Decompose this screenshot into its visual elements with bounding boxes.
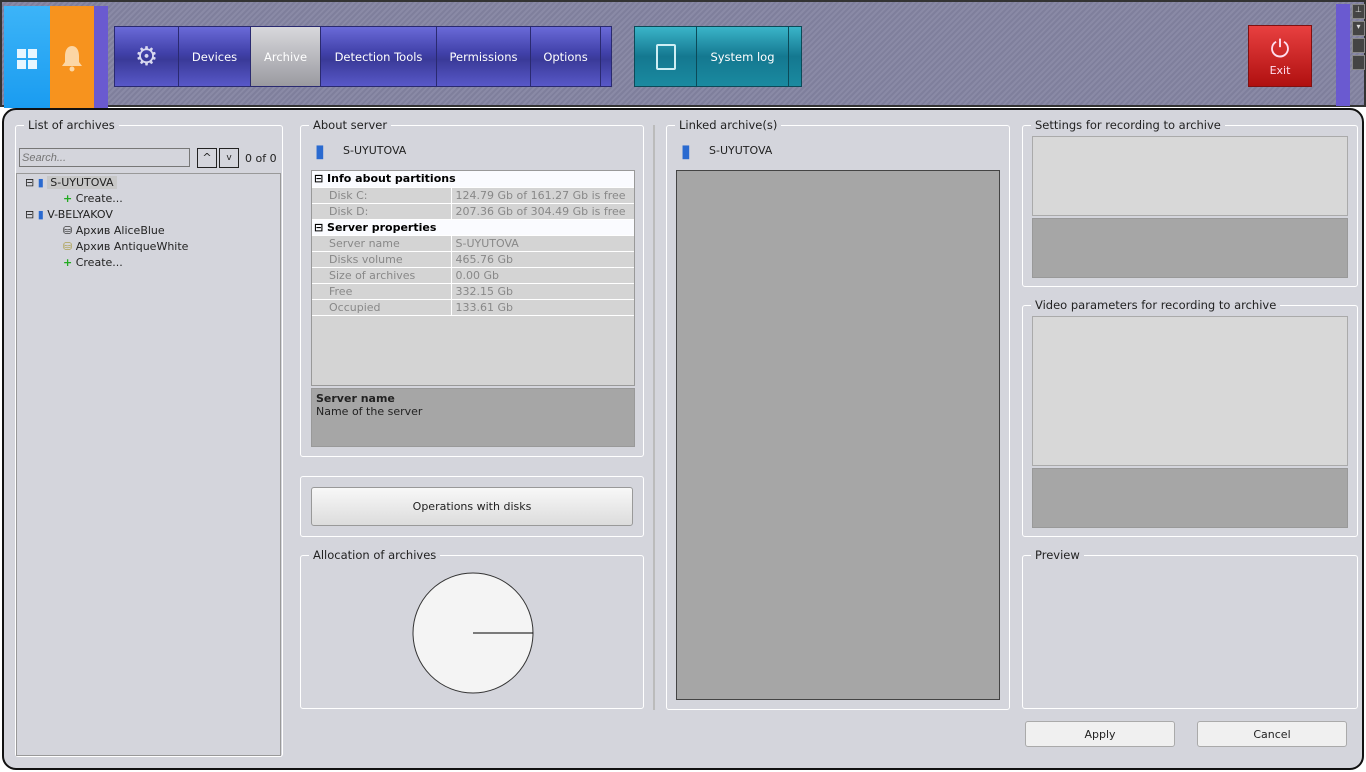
description-text: Name of the server [316, 405, 423, 418]
main-nav: ⚙ Devices Archive Detection Tools Permis… [114, 26, 612, 87]
window-controls: ⊥ ▾ [1352, 4, 1365, 76]
property-row[interactable]: Disk C: 124.79 Gb of 161.27 Gb is free [312, 187, 634, 204]
linked-archives-list[interactable] [676, 170, 1000, 700]
system-log-icon-button[interactable] [635, 27, 697, 86]
pin-icon[interactable]: ⊥ [1352, 4, 1365, 19]
server-icon: ▮ [681, 141, 691, 162]
server-name: S-UYUTOVA [343, 144, 407, 157]
section-header: Server properties [327, 220, 437, 234]
property-row[interactable]: Disks volume 465.76 Gb [312, 251, 634, 268]
list-of-archives-panel: List of archives ^ v 0 of 0 ⊟ ▮ S-UYUTOV… [15, 118, 283, 757]
top-bar: ⚙ Devices Archive Detection Tools Permis… [0, 0, 1366, 108]
panel-title: About server [309, 118, 392, 132]
cancel-button[interactable]: Cancel [1197, 721, 1347, 747]
divider [653, 125, 655, 710]
property-grid: ⊟ Info about partitions Disk C: 124.79 Gb… [311, 170, 635, 386]
panel-icon[interactable] [1352, 38, 1365, 53]
database-icon: ⛁ [63, 224, 73, 237]
plus-icon: + [63, 192, 73, 205]
bell-icon [62, 46, 82, 72]
settings-gear-button[interactable]: ⚙ [115, 27, 179, 86]
panel-title: Allocation of archives [309, 548, 441, 562]
power-icon: ⏻ [1270, 35, 1290, 63]
tab-archive[interactable]: Archive [251, 27, 321, 86]
minimize-icon[interactable]: ▾ [1352, 21, 1365, 36]
settings-area [1032, 136, 1348, 216]
tree-node-server[interactable]: ⊟ ▮ S-UYUTOVA [25, 175, 117, 191]
checklist-icon [655, 43, 676, 70]
linked-archives-panel: Linked archive(s) ▮ S-UYUTOVA [666, 118, 1010, 710]
property-row[interactable]: Free 332.15 Gb [312, 283, 634, 300]
allocation-panel: Allocation of archives [300, 548, 644, 709]
property-row[interactable]: Server name S-UYUTOVA [312, 235, 634, 252]
database-icon: ⛁ [63, 240, 73, 253]
tree-archive-item[interactable]: ⛁ Архив AliceBlue [63, 223, 165, 239]
panel-title: Linked archive(s) [675, 118, 782, 132]
tab-detection-tools[interactable]: Detection Tools [321, 27, 437, 86]
tree-node-server[interactable]: ⊟ ▮ V-BELYAKOV [25, 207, 113, 223]
property-row[interactable]: Disk D: 207.36 Gb of 304.49 Gb is free [312, 203, 634, 220]
accent-strip [94, 6, 108, 108]
about-server-panel: About server ▮ S-UYUTOVA ⊟ Info about pa… [300, 118, 644, 457]
tab-devices[interactable]: Devices [179, 27, 251, 86]
exit-button[interactable]: ⏻ Exit [1248, 25, 1312, 87]
property-row[interactable]: Occupied 133.61 Gb [312, 299, 634, 316]
panel-alt-icon[interactable] [1352, 55, 1365, 70]
property-row[interactable]: Size of archives 0.00 Gb [312, 267, 634, 284]
server-icon: ▮ [315, 141, 325, 162]
server-name: S-UYUTOVA [709, 144, 773, 157]
preview-panel: Preview [1022, 548, 1358, 709]
allocation-pie-chart [412, 572, 534, 694]
plus-icon: + [63, 256, 73, 269]
panel-title: Video parameters for recording to archiv… [1031, 298, 1281, 312]
tab-permissions[interactable]: Permissions [437, 27, 531, 86]
panel-title: Settings for recording to archive [1031, 118, 1225, 132]
panel-title: Preview [1031, 548, 1084, 562]
video-parameters-panel: Video parameters for recording to archiv… [1022, 298, 1358, 537]
video-parameters-area [1032, 316, 1348, 466]
alarm-tile[interactable] [50, 6, 94, 108]
recording-settings-panel: Settings for recording to archive [1022, 118, 1358, 287]
accent-strip-right [1336, 4, 1350, 106]
search-down-button[interactable]: v [219, 148, 239, 168]
tree-archive-item[interactable]: ⛁ Архив AntiqueWhite [63, 239, 188, 255]
video-parameters-description [1032, 468, 1348, 528]
operations-with-disks-button[interactable]: Operations with disks [311, 487, 633, 526]
tab-options[interactable]: Options [531, 27, 601, 86]
description-title: Server name [316, 392, 395, 405]
section-header: Info about partitions [327, 172, 456, 186]
tab-system-log[interactable]: System log [697, 27, 789, 86]
tree-create-item[interactable]: + Create... [63, 191, 123, 207]
operations-panel: Operations with disks [300, 476, 644, 537]
settings-description [1032, 218, 1348, 278]
property-description: Server name Name of the server [311, 388, 635, 447]
archive-tree: ⊟ ▮ S-UYUTOVA + Create... ⊟ ▮ V-BELYAKOV… [16, 173, 281, 756]
apply-button[interactable]: Apply [1025, 721, 1175, 747]
exit-label: Exit [1269, 64, 1291, 77]
windows-tile[interactable] [4, 6, 50, 108]
search-count: 0 of 0 [245, 152, 277, 165]
tree-create-item[interactable]: + Create... [63, 255, 123, 271]
gears-icon: ⚙ [134, 41, 159, 72]
windows-icon [17, 49, 37, 69]
search-input[interactable] [19, 148, 190, 167]
panel-title: List of archives [24, 118, 119, 132]
search-up-button[interactable]: ^ [197, 148, 217, 168]
system-log-group: System log [634, 26, 802, 87]
